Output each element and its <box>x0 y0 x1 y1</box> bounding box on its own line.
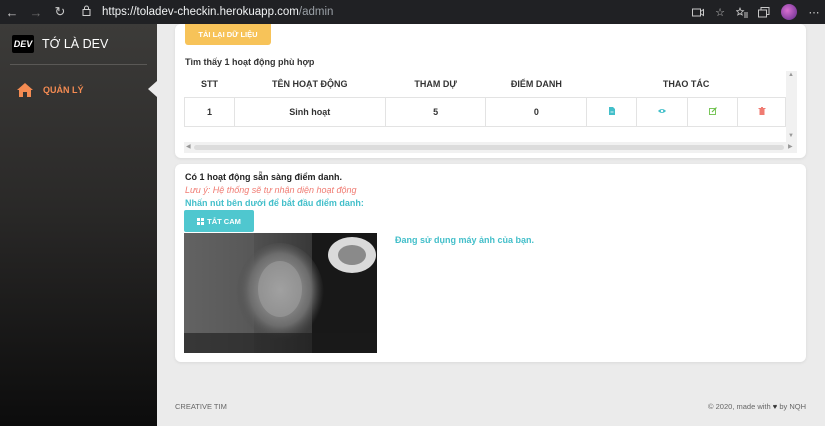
back-icon[interactable]: ← <box>0 0 24 24</box>
action-delete-button[interactable] <box>737 96 786 127</box>
reload-data-button[interactable]: TẢI LẠI DỮ LIỆU <box>185 24 271 45</box>
forward-icon[interactable]: → <box>24 0 48 24</box>
sidebar-item-label: QUẢN LÝ <box>43 85 84 95</box>
author-text: by NQH <box>779 402 806 411</box>
action-export-button[interactable] <box>586 96 638 127</box>
camera-card: Có 1 hoạt động sẵn sàng điểm danh. Lưu ý… <box>175 164 806 362</box>
footer-credit[interactable]: CREATIVE TIM <box>175 402 227 411</box>
heart-icon: ♥ <box>772 402 778 411</box>
table-row: 1 Sinh hoạt 5 0 <box>184 96 786 127</box>
address-bar[interactable]: https://toladev-checkin.herokuapp.com/ad… <box>82 2 333 22</box>
copyright-text: © 2020, made with <box>708 402 771 411</box>
cell-stt: 1 <box>184 96 235 127</box>
url-path: /admin <box>298 6 334 18</box>
camera-in-use-icon[interactable] <box>687 0 709 24</box>
favorites-list-icon[interactable] <box>731 0 753 24</box>
scroll-down-icon[interactable]: ▼ <box>788 133 794 139</box>
col-header-checkin: ĐIỂM DANH <box>510 78 562 89</box>
edit-icon <box>708 106 717 115</box>
brand-name: TỚ LÀ DEV <box>42 37 109 51</box>
lock-icon <box>82 5 96 19</box>
dev-logo: DEV <box>12 35 34 53</box>
col-header-attend: THAM DỰ <box>414 78 457 89</box>
scroll-left-icon[interactable]: ◀ <box>186 143 191 150</box>
toggle-camera-button[interactable]: TẮT CAM <box>184 210 254 232</box>
eye-icon <box>658 108 667 113</box>
scroll-thumb[interactable] <box>194 145 784 150</box>
trash-icon <box>758 106 766 115</box>
active-indicator <box>148 81 157 97</box>
profile-avatar[interactable] <box>781 4 797 20</box>
more-menu-icon[interactable]: ⋯ <box>803 0 825 24</box>
vertical-scrollbar[interactable]: ▲ ▼ <box>786 71 797 142</box>
col-header-stt: STT <box>200 78 218 89</box>
col-header-actions: THAO TÁC <box>662 78 710 89</box>
refresh-icon[interactable]: ↻ <box>48 0 72 24</box>
activities-table: STT TÊN HOẠT ĐỘNG THAM DỰ ĐIỂM DANH THAO… <box>184 71 786 127</box>
favorite-star-icon[interactable]: ☆ <box>709 0 731 24</box>
action-view-button[interactable] <box>636 96 689 127</box>
ready-message: Có 1 hoạt động sẵn sàng điểm danh. <box>185 172 343 182</box>
instruction-message: Nhấn nút bên dưới để bắt đầu điểm danh: <box>185 198 364 208</box>
cell-checkin: 0 <box>485 96 588 127</box>
brand[interactable]: DEV TỚ LÀ DEV <box>0 24 157 64</box>
scroll-up-icon[interactable]: ▲ <box>788 72 794 78</box>
sidebar-item-manage[interactable]: QUẢN LÝ <box>0 78 157 102</box>
url-host: https://toladev-checkin.herokuapp.com <box>102 6 299 18</box>
grid-icon <box>197 217 205 225</box>
camera-status: Đang sử dụng máy ảnh của bạn. <box>395 235 535 245</box>
horizontal-scrollbar[interactable]: ◀ ▶ <box>184 142 797 153</box>
scroll-right-icon[interactable]: ▶ <box>788 143 793 150</box>
note-message: Lưu ý: Hệ thống sẽ tự nhận diện hoạt độn… <box>185 185 357 195</box>
file-icon <box>608 106 615 115</box>
browser-toolbar: ← → ↻ https://toladev-checkin.herokuapp.… <box>0 0 825 24</box>
cell-attend: 5 <box>384 96 487 127</box>
cell-name: Sinh hoạt <box>233 96 386 127</box>
col-header-name: TÊN HOẠT ĐỘNG <box>272 78 348 89</box>
brand-divider <box>10 64 147 65</box>
toggle-camera-label: TẮT CAM <box>207 216 241 226</box>
table-header-row: STT TÊN HOẠT ĐỘNG THAM DỰ ĐIỂM DANH THAO… <box>185 71 786 97</box>
action-edit-button[interactable] <box>687 96 739 127</box>
table-scroll-container[interactable]: STT TÊN HOẠT ĐỘNG THAM DỰ ĐIỂM DANH THAO… <box>184 71 797 153</box>
camera-feed <box>184 233 377 353</box>
activities-card: TẢI LẠI DỮ LIỆU Tìm thấy 1 hoạt động phù… <box>175 24 806 158</box>
sidebar: DEV TỚ LÀ DEV QUẢN LÝ <box>0 24 157 426</box>
footer-copyright: © 2020, made with ♥ by NQH <box>708 402 806 411</box>
home-icon <box>17 83 33 97</box>
results-count: Tìm thấy 1 hoạt động phù hợp <box>185 57 315 67</box>
collections-icon[interactable] <box>753 0 775 24</box>
